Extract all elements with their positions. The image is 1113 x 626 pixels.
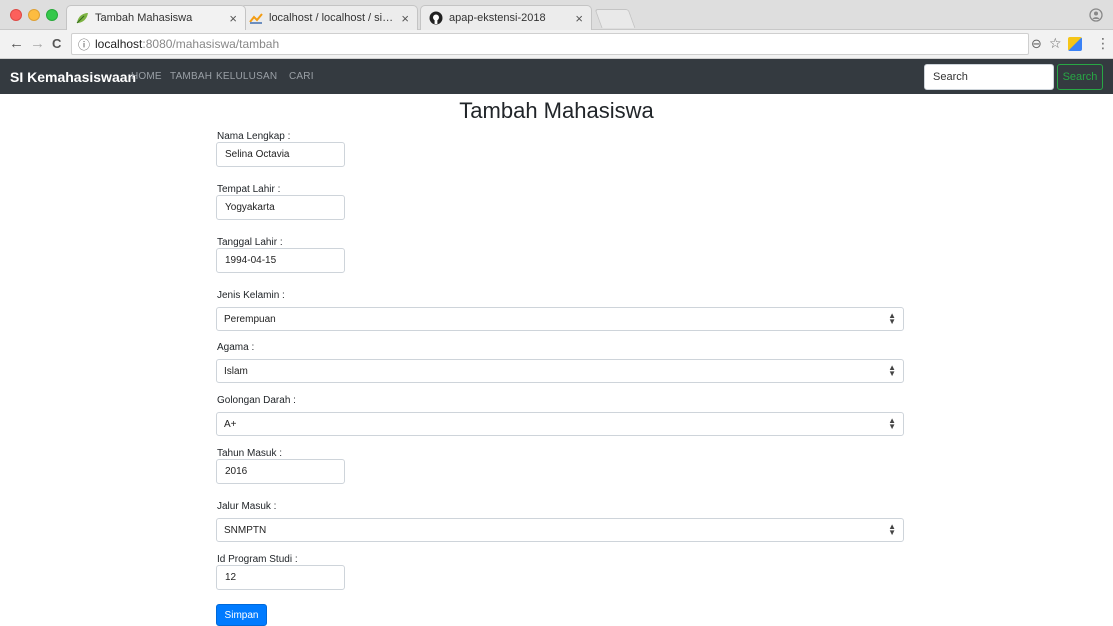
tab-close-icon[interactable]: ×: [401, 11, 409, 26]
nama-lengkap-label: Nama Lengkap :: [217, 131, 291, 142]
jalur-masuk-select[interactable]: SNMPTN ▲ ▼: [216, 518, 904, 542]
extension-icon[interactable]: [1068, 37, 1082, 51]
tab-close-icon[interactable]: ×: [229, 11, 237, 26]
id-program-studi-label: Id Program Studi :: [217, 554, 298, 565]
tempat-lahir-input[interactable]: Yogyakarta: [216, 195, 345, 220]
golongan-darah-select[interactable]: A+ ▲ ▼: [216, 412, 904, 436]
tahun-masuk-label: Tahun Masuk :: [217, 448, 283, 459]
close-window-button[interactable]: [10, 9, 22, 21]
jenis-kelamin-select[interactable]: Perempuan ▲ ▼: [216, 307, 904, 331]
navbar-search-button[interactable]: Search: [1057, 64, 1103, 90]
minimize-window-button[interactable]: [28, 9, 40, 21]
nav-link-kelulusan[interactable]: KELULUSAN: [216, 71, 277, 82]
tempat-lahir-label: Tempat Lahir :: [217, 184, 281, 195]
tanggal-lahir-label: Tanggal Lahir :: [217, 237, 283, 248]
nav-link-cari[interactable]: CARI: [289, 71, 314, 82]
forward-arrow-icon[interactable]: →: [30, 35, 45, 52]
nav-link-tambah[interactable]: TAMBAH: [170, 71, 212, 82]
browser-tab-bar: Tambah Mahasiswa × localhost / localhost…: [0, 0, 1113, 30]
golongan-darah-value: A+: [224, 418, 237, 430]
leaf-icon: [75, 11, 89, 25]
jenis-kelamin-label: Jenis Kelamin :: [217, 290, 285, 301]
agama-label: Agama :: [217, 342, 255, 353]
tab-title: localhost / localhost / si_kemal: [269, 12, 395, 24]
github-icon: [429, 11, 443, 25]
address-bar[interactable]: ⓘ localhost :8080/mahasiswa/tambah: [71, 33, 1029, 55]
tab-tambah-mahasiswa[interactable]: Tambah Mahasiswa ×: [66, 5, 246, 30]
nav-link-home[interactable]: HOME: [131, 71, 162, 82]
select-arrows-icon: ▲ ▼: [888, 363, 896, 378]
maximize-window-button[interactable]: [46, 9, 58, 21]
id-program-studi-input[interactable]: 12: [216, 565, 345, 590]
zoom-icon[interactable]: ⊖: [1031, 36, 1042, 52]
back-arrow-icon[interactable]: ←: [9, 35, 24, 52]
reload-icon[interactable]: C: [52, 36, 61, 51]
browser-toolbar: ← → C ⓘ localhost :8080/mahasiswa/tambah…: [0, 30, 1113, 59]
profile-icon[interactable]: [1089, 8, 1103, 25]
jalur-masuk-value: SNMPTN: [224, 524, 267, 536]
new-tab-button[interactable]: [594, 9, 636, 28]
select-arrows-icon: ▲ ▼: [888, 522, 896, 537]
browser-menu-icon[interactable]: ⋮: [1096, 35, 1110, 52]
simpan-button[interactable]: Simpan: [216, 604, 267, 626]
tab-close-icon[interactable]: ×: [575, 11, 583, 26]
tahun-masuk-input[interactable]: 2016: [216, 459, 345, 484]
jalur-masuk-label: Jalur Masuk :: [217, 501, 277, 512]
tab-title: apap-ekstensi-2018: [449, 12, 546, 24]
page-title: Tambah Mahasiswa: [459, 98, 654, 123]
phpmyadmin-icon: [249, 11, 263, 25]
tab-phpmyadmin[interactable]: localhost / localhost / si_kemal ×: [240, 5, 418, 30]
url-host: localhost: [95, 37, 143, 51]
agama-value: Islam: [224, 365, 248, 377]
navbar-brand[interactable]: SI Kemahasiswaan: [10, 69, 136, 85]
url-path: :8080/mahasiswa/tambah: [142, 37, 280, 51]
nama-lengkap-input[interactable]: Selina Octavia: [216, 142, 345, 167]
bookmark-star-icon[interactable]: ☆: [1049, 35, 1062, 52]
jenis-kelamin-value: Perempuan: [224, 313, 276, 325]
golongan-darah-label: Golongan Darah :: [217, 395, 296, 406]
tanggal-lahir-input[interactable]: 1994-04-15: [216, 248, 345, 273]
tab-github[interactable]: apap-ekstensi-2018 ×: [420, 5, 592, 30]
info-icon[interactable]: ⓘ: [78, 36, 90, 53]
select-arrows-icon: ▲ ▼: [888, 416, 896, 431]
navbar-search-input[interactable]: [924, 64, 1054, 90]
agama-select[interactable]: Islam ▲ ▼: [216, 359, 904, 383]
tab-title: Tambah Mahasiswa: [95, 12, 193, 24]
select-arrows-icon: ▲ ▼: [888, 311, 896, 326]
